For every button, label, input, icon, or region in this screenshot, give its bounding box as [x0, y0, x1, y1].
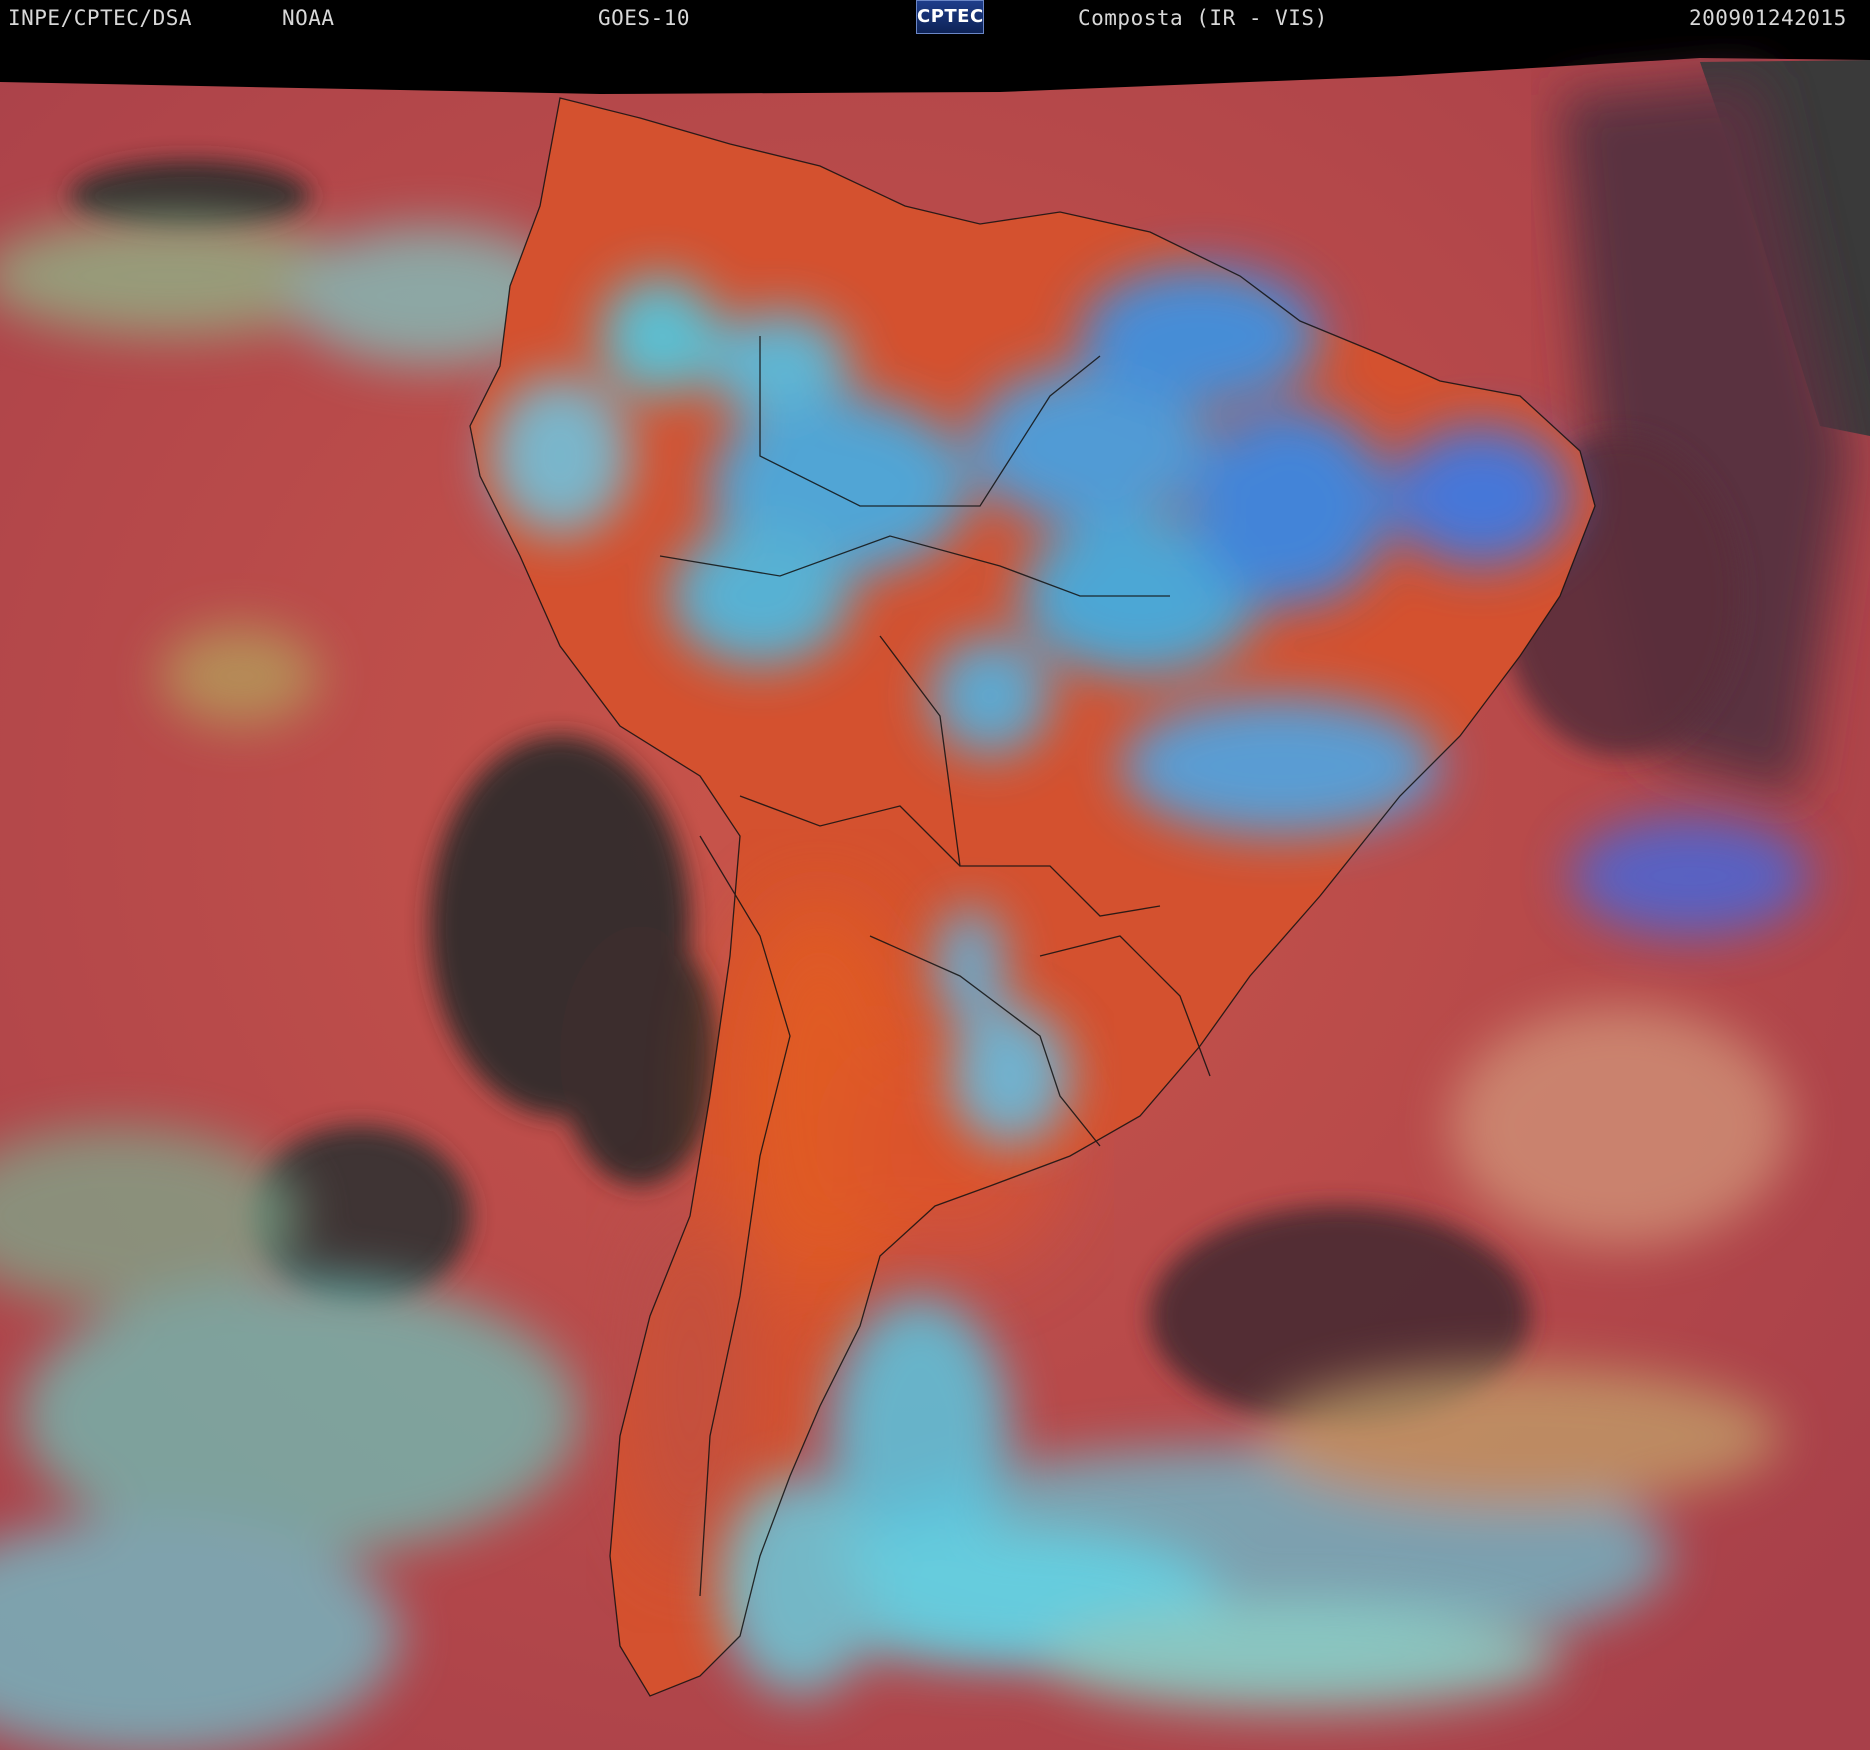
timestamp-label: 200901242015 — [1689, 6, 1847, 30]
source-label: INPE/CPTEC/DSA — [8, 6, 193, 30]
image-header: INPE/CPTEC/DSA NOAA GOES-10 CPTEC Compos… — [0, 0, 1870, 36]
agency-label: NOAA — [282, 6, 335, 30]
cptec-logo: CPTEC — [916, 0, 984, 34]
satellite-composite-image — [0, 36, 1870, 1750]
product-label: Composta (IR - VIS) — [1078, 6, 1328, 30]
satellite-label: GOES-10 — [598, 6, 691, 30]
